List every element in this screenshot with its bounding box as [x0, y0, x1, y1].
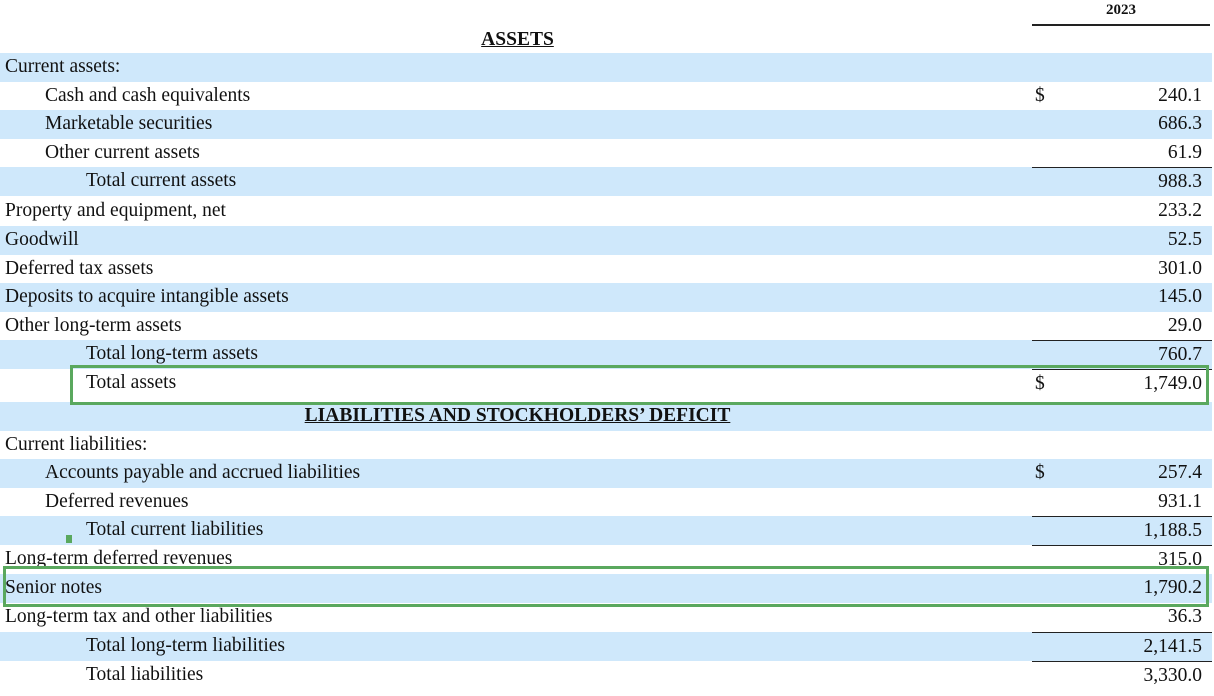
- row-label: Current liabilities:: [5, 434, 148, 455]
- table-row: Other long-term assets 29.0: [0, 312, 1214, 341]
- table-row: Accounts payable and accrued liabilities…: [0, 459, 1214, 488]
- amount-cell: [1032, 53, 1212, 82]
- amount-cell: 931.1: [1032, 488, 1212, 517]
- table-row: Total current assets 988.3: [0, 167, 1214, 196]
- amount-value: 1,188.5: [1143, 520, 1203, 541]
- row-label: Other long-term assets: [5, 315, 182, 336]
- table-row: Goodwill 52.5: [0, 226, 1214, 255]
- amount-cell: [1032, 431, 1212, 460]
- amount-cell: 29.0: [1032, 312, 1212, 341]
- section-heading: LIABILITIES AND STOCKHOLDERS’ DEFICIT: [0, 402, 1035, 431]
- amount-cell: 988.3: [1032, 167, 1212, 196]
- currency-symbol: $: [1035, 462, 1045, 483]
- table-row: ASSETS: [0, 26, 1214, 55]
- amount-value: 257.4: [1158, 462, 1202, 483]
- amount-value: 301.0: [1158, 258, 1202, 279]
- row-label: Other current assets: [45, 142, 200, 163]
- amount-cell: $257.4: [1032, 459, 1212, 488]
- amount-value: 52.5: [1167, 229, 1202, 250]
- highlight-total-assets: [70, 365, 1209, 405]
- row-label: Total liabilities: [86, 664, 204, 685]
- row-label: Long-term tax and other liabilities: [5, 606, 273, 627]
- row-label: Accounts payable and accrued liabilities: [0, 459, 1075, 488]
- amount-cell: 1,188.5: [1032, 516, 1212, 545]
- row-label: Cash and cash equivalents: [45, 85, 251, 106]
- table-row: Total long-term liabilities 2,141.5: [0, 632, 1214, 661]
- column-header-year: 2023: [1106, 2, 1136, 18]
- amount-cell: 61.9: [1032, 139, 1212, 168]
- table-row: Marketable securities 686.3: [0, 110, 1214, 139]
- table-row: Deferred tax assets 301.0: [0, 255, 1214, 284]
- table-row: Long-term tax and other liabilities 36.3: [0, 603, 1214, 632]
- amount-cell: 3,330.0: [1032, 661, 1212, 690]
- row-label: Property and equipment, net: [5, 200, 226, 221]
- amount-value: 145.0: [1158, 286, 1202, 307]
- amount-cell: [1032, 402, 1212, 431]
- currency-symbol: $: [1035, 85, 1045, 106]
- amount-value: 2,141.5: [1143, 636, 1203, 657]
- row-label: Total current assets: [0, 167, 1116, 196]
- row-label: Deposits to acquire intangible assets: [0, 283, 1035, 312]
- amount-value: 3,330.0: [1143, 665, 1203, 686]
- amount-value: 686.3: [1158, 113, 1202, 134]
- table-row: LIABILITIES AND STOCKHOLDERS’ DEFICIT: [0, 402, 1214, 431]
- table-row: Total current liabilities 1,188.5: [0, 516, 1214, 545]
- table-row: Deferred revenues 931.1: [0, 488, 1214, 517]
- amount-cell: 36.3: [1032, 603, 1212, 632]
- amount-cell: 233.2: [1032, 197, 1212, 226]
- table-row: Deposits to acquire intangible assets 145…: [0, 283, 1214, 312]
- row-label: Current assets:: [0, 53, 1035, 82]
- amount-value: 988.3: [1158, 171, 1202, 192]
- table-row: Current assets:: [0, 53, 1214, 82]
- amount-cell: $240.1: [1032, 82, 1212, 111]
- amount-value: 29.0: [1167, 315, 1202, 336]
- amount-cell: 2,141.5: [1032, 632, 1212, 661]
- row-label: Goodwill: [0, 226, 1035, 255]
- amount-cell: 145.0: [1032, 283, 1212, 312]
- amount-value: 36.3: [1167, 606, 1202, 627]
- amount-value: 931.1: [1158, 491, 1202, 512]
- amount-cell: 686.3: [1032, 110, 1212, 139]
- row-label: Deferred revenues: [45, 491, 189, 512]
- amount-cell: 301.0: [1032, 255, 1212, 284]
- highlight-senior-notes: [3, 566, 1209, 607]
- table-row: Current liabilities:: [0, 431, 1214, 460]
- row-label: Marketable securities: [0, 110, 1075, 139]
- amount-cell: [1032, 26, 1212, 55]
- table-row: Property and equipment, net 233.2: [0, 197, 1214, 226]
- table-row: Other current assets 61.9: [0, 139, 1214, 168]
- row-label: Total current liabilities: [0, 516, 1116, 545]
- section-heading: ASSETS: [481, 29, 554, 50]
- highlight-marker: [66, 535, 72, 543]
- table-row: Cash and cash equivalents $240.1: [0, 82, 1214, 111]
- amount-value: 233.2: [1158, 200, 1202, 221]
- amount-value: 240.1: [1158, 85, 1202, 106]
- row-label: Total long-term liabilities: [0, 632, 1116, 661]
- table-row: Total liabilities 3,330.0: [0, 661, 1214, 690]
- row-label: Deferred tax assets: [5, 258, 154, 279]
- amount-value: 61.9: [1167, 142, 1202, 163]
- amount-cell: 52.5: [1032, 226, 1212, 255]
